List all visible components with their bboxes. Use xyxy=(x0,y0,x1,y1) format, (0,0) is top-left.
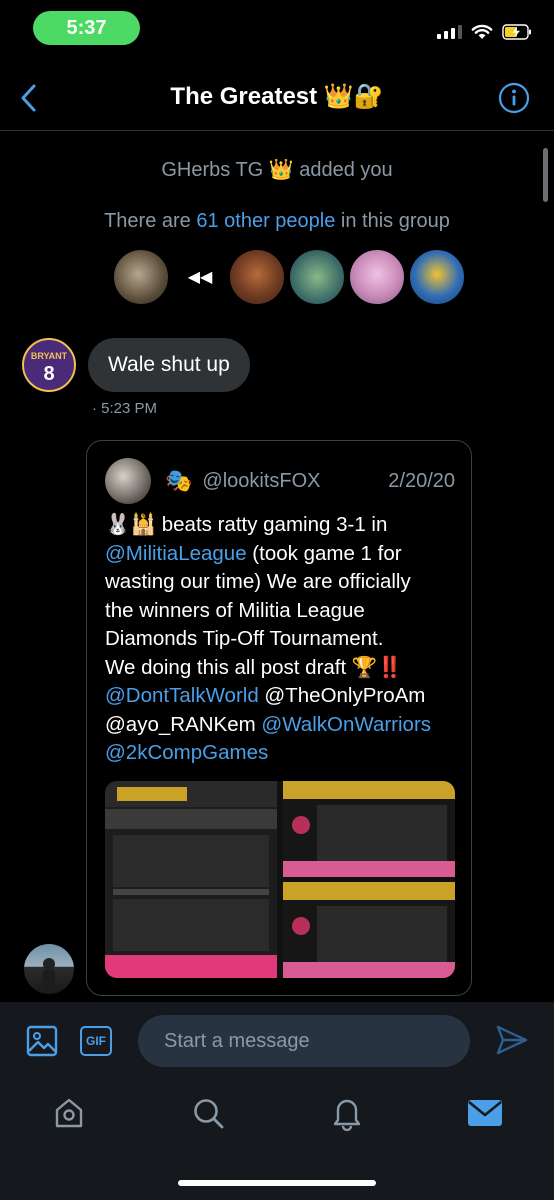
notifications-tab-icon[interactable] xyxy=(330,1095,364,1131)
tweet-mention-link[interactable]: @MilitiaLeague xyxy=(105,542,247,565)
send-icon[interactable] xyxy=(495,1024,529,1056)
tweet-text-segment: 🐰🕌 beats ratty gaming 3-1 in xyxy=(105,513,388,536)
members-link[interactable]: 61 other people xyxy=(196,210,335,232)
signal-icon xyxy=(437,25,462,39)
messages-tab-icon[interactable] xyxy=(467,1098,503,1128)
shared-tweet-card[interactable]: 🎭 @lookitsFOX 2/20/20 🐰🕌 beats ratty gam… xyxy=(86,440,472,996)
member-avatar[interactable] xyxy=(228,248,286,306)
message-input[interactable] xyxy=(138,1015,470,1067)
wifi-icon xyxy=(471,24,493,39)
tweet-header: 🎭 @lookitsFOX 2/20/20 xyxy=(105,458,455,504)
conversation-title: The Greatest 👑🔐 xyxy=(170,83,384,110)
image-attach-icon[interactable] xyxy=(26,1025,58,1057)
message-bubble[interactable]: Wale shut up xyxy=(88,338,250,392)
tweet-author-emoji: 🎭 xyxy=(165,468,193,493)
tweet-date: 2/20/20 xyxy=(388,469,455,492)
tweet-mention-link[interactable]: @DontTalkWorld xyxy=(105,684,259,707)
tweet-author-handle[interactable]: @lookitsFOX xyxy=(202,470,320,493)
system-added-message: GHerbs TG 👑 added you xyxy=(161,159,393,181)
member-avatar[interactable] xyxy=(112,248,170,306)
my-avatar[interactable] xyxy=(24,944,74,994)
gif-button[interactable]: GIF xyxy=(80,1026,112,1056)
tweet-mention-link[interactable]: @2kCompGames xyxy=(105,741,268,764)
avatar-number-text: 8 xyxy=(43,363,54,385)
status-icons xyxy=(437,20,532,44)
battery-icon xyxy=(502,24,531,40)
status-time: 5:37 xyxy=(33,11,140,45)
tweet-media[interactable] xyxy=(105,781,455,978)
tweet-text: 🐰🕌 beats ratty gaming 3-1 in @MilitiaLea… xyxy=(105,511,455,768)
sender-avatar[interactable]: BRYANT 8 xyxy=(22,338,76,392)
members-prefix: There are xyxy=(104,210,197,232)
member-avatar[interactable] xyxy=(288,248,346,306)
header-divider xyxy=(0,130,554,131)
search-tab-icon[interactable] xyxy=(191,1096,225,1130)
home-indicator[interactable] xyxy=(178,1180,376,1186)
message-timestamp: · 5:23 PM xyxy=(92,400,158,417)
home-tab-icon[interactable] xyxy=(52,1096,86,1130)
member-avatar[interactable] xyxy=(348,248,406,306)
avatar-name-text: BRYANT xyxy=(31,351,68,361)
tweet-author-avatar[interactable] xyxy=(105,458,151,504)
group-members-info: There are 61 other people in this group xyxy=(0,210,554,233)
info-button[interactable] xyxy=(498,82,530,114)
members-suffix: in this group xyxy=(335,210,450,232)
member-avatars[interactable]: ◀◀ xyxy=(112,248,468,306)
member-avatar[interactable] xyxy=(408,248,466,306)
tweet-mention-link[interactable]: @WalkOnWarriors xyxy=(261,713,431,736)
tweet-media-image xyxy=(105,781,455,978)
rewind-icon: ◀◀ xyxy=(187,269,213,286)
